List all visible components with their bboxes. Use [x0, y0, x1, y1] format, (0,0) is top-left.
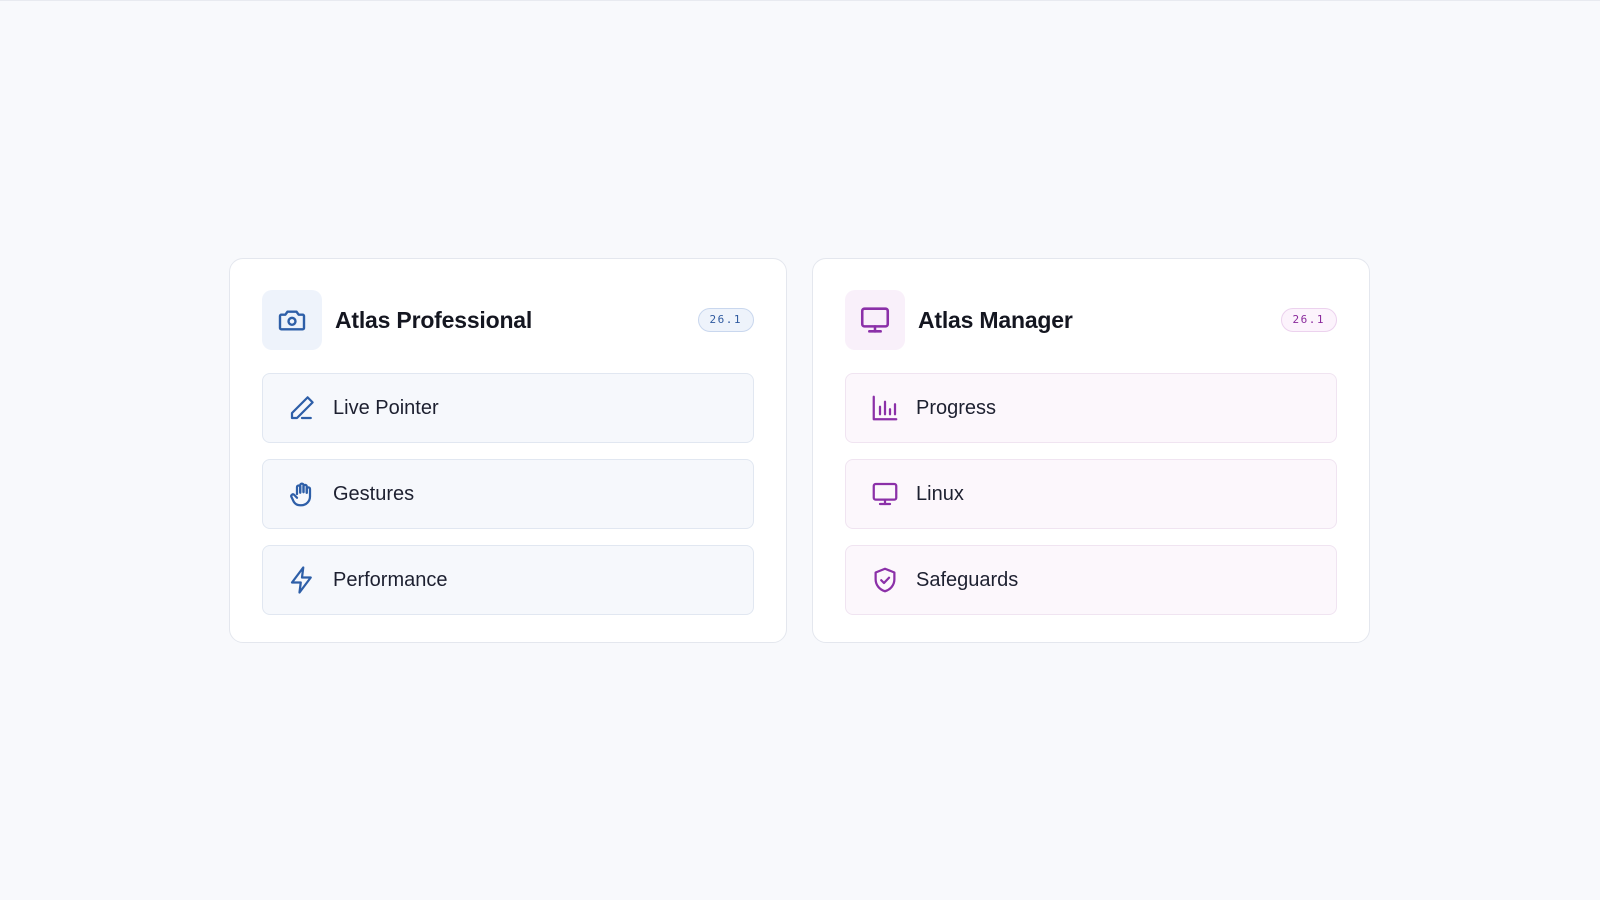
version-badge: 26.1	[1280, 308, 1337, 332]
feature-live-pointer[interactable]: Live Pointer	[262, 373, 754, 443]
feature-label: Safeguards	[916, 568, 1019, 591]
feature-progress[interactable]: Progress	[845, 373, 1337, 443]
card-header: Atlas Professional 26.1	[262, 290, 754, 350]
pen-icon	[287, 393, 317, 423]
feature-label: Linux	[916, 482, 964, 505]
bar-chart-icon	[870, 393, 900, 423]
version-badge: 26.1	[697, 308, 754, 332]
feature-label: Gestures	[333, 482, 415, 505]
camera-icon	[262, 290, 322, 350]
hand-icon	[287, 479, 317, 509]
feature-performance[interactable]: Performance	[262, 545, 754, 615]
feature-linux[interactable]: Linux	[845, 459, 1337, 529]
shield-check-icon	[870, 565, 900, 595]
card-header: Atlas Manager 26.1	[845, 290, 1337, 350]
monitor-icon	[845, 290, 905, 350]
feature-gestures[interactable]: Gestures	[262, 459, 754, 529]
feature-safeguards[interactable]: Safeguards	[845, 545, 1337, 615]
card-title: Atlas Manager	[918, 306, 1073, 333]
feature-label: Performance	[333, 568, 448, 591]
lightning-icon	[287, 565, 317, 595]
feature-label: Live Pointer	[333, 396, 439, 419]
card-title: Atlas Professional	[335, 306, 533, 333]
monitor-icon	[870, 479, 900, 509]
feature-label: Progress	[916, 396, 997, 419]
card-atlas-professional: Atlas Professional 26.1 Live Pointer Ges…	[229, 258, 787, 643]
product-cards: Atlas Professional 26.1 Live Pointer Ges…	[229, 258, 1370, 643]
card-atlas-manager: Atlas Manager 26.1 Progress Linux Safegu…	[812, 258, 1370, 643]
